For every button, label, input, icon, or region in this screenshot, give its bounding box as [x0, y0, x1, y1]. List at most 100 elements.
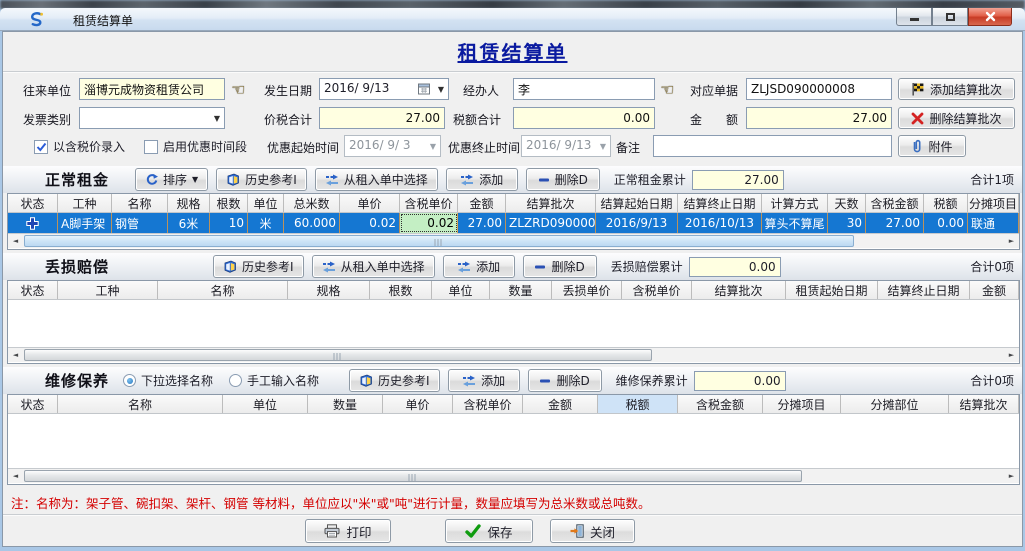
table-cell[interactable]: 2016/9/13 [596, 213, 678, 233]
column-header[interactable]: 分摊部位 [841, 395, 949, 413]
table-cell[interactable]: A脚手架 [58, 213, 112, 233]
column-header[interactable]: 金额 [970, 281, 1019, 299]
column-header[interactable]: 名称 [58, 395, 223, 413]
maintenance-history-button[interactable]: 历史参考I [349, 369, 440, 392]
table-cell[interactable]: 10 [210, 213, 248, 233]
table-cell[interactable]: 60.000 [284, 213, 340, 233]
remark-input[interactable] [653, 135, 892, 157]
discount-period-checkbox[interactable]: 启用优惠时间段 [144, 138, 247, 155]
rent-pick-from-rental-button[interactable]: 从租入单中选择 [315, 168, 438, 191]
column-header[interactable]: 结算批次 [506, 194, 596, 212]
agent-input[interactable] [513, 78, 655, 100]
rent-history-button[interactable]: 历史参考I [216, 168, 307, 191]
column-header[interactable]: 工种 [58, 281, 158, 299]
scroll-left-icon[interactable]: ◄ [8, 469, 23, 483]
rent-delete-button[interactable]: 删除D [526, 168, 600, 191]
table-cell[interactable]: 米 [248, 213, 284, 233]
print-button[interactable]: 打印 [305, 519, 391, 543]
scroll-thumb[interactable] [24, 349, 652, 361]
column-header[interactable]: 含税金额 [678, 395, 763, 413]
rent-add-button[interactable]: 添加 [446, 168, 518, 191]
column-header[interactable]: 规格 [168, 194, 210, 212]
maintenance-delete-button[interactable]: 删除D [528, 369, 602, 392]
title-bar[interactable]: 租赁结算单 [0, 8, 1025, 31]
column-header[interactable]: 分摊项目 [763, 395, 841, 413]
maintenance-hscrollbar[interactable]: ◄ ► [8, 468, 1019, 483]
damage-history-button[interactable]: 历史参考I [213, 255, 304, 278]
taxamt-input[interactable] [513, 107, 655, 129]
table-cell[interactable]: 0.00 [924, 213, 968, 233]
date-input[interactable]: 2016/ 9/13 ▼ [319, 78, 449, 100]
column-header[interactable]: 根数 [370, 281, 432, 299]
radio-select-name[interactable]: 下拉选择名称 [123, 372, 213, 389]
table-cell[interactable]: 算头不算尾 [762, 213, 828, 233]
damage-pick-from-rental-button[interactable]: 从租入单中选择 [312, 255, 435, 278]
partner-input[interactable] [79, 78, 225, 100]
table-row[interactable]: A脚手架钢管6米10米60.0000.020.0227.00ZLZRD09000… [8, 213, 1019, 233]
scroll-right-icon[interactable]: ► [1004, 348, 1019, 362]
column-header[interactable]: 计算方式 [762, 194, 828, 212]
taxtotal-input[interactable] [319, 107, 445, 129]
column-header[interactable]: 结算起始日期 [596, 194, 678, 212]
table-cell[interactable]: 27.00 [458, 213, 506, 233]
scroll-right-icon[interactable]: ► [1004, 234, 1019, 248]
add-batch-button[interactable]: 添加结算批次 [898, 78, 1015, 100]
save-button[interactable]: 保存 [445, 519, 533, 543]
column-header[interactable]: 含税单价 [622, 281, 692, 299]
column-header[interactable]: 名称 [112, 194, 168, 212]
column-header[interactable]: 税额 [598, 395, 678, 413]
hand-point-icon[interactable]: ☜ [660, 80, 674, 99]
discount-end-select[interactable]: 2016/ 9/13 ▼ [521, 135, 611, 157]
column-header[interactable]: 单位 [432, 281, 490, 299]
scroll-right-icon[interactable]: ► [1004, 469, 1019, 483]
discount-start-select[interactable]: 2016/ 9/ 3 ▼ [344, 135, 441, 157]
hand-point-icon[interactable]: ☜ [231, 80, 245, 99]
maximize-button[interactable] [932, 8, 968, 26]
column-header[interactable]: 分摊项目 [968, 194, 1019, 212]
column-header[interactable]: 数量 [490, 281, 552, 299]
rent-hscrollbar[interactable]: ◄ ► [8, 233, 1019, 248]
table-cell[interactable]: 0.02 [340, 213, 400, 233]
minimize-button[interactable] [896, 8, 932, 26]
column-header[interactable]: 状态 [8, 281, 58, 299]
column-header[interactable]: 状态 [8, 194, 58, 212]
column-header[interactable]: 规格 [288, 281, 370, 299]
table-cell[interactable]: 0.02 [400, 213, 458, 233]
column-header[interactable]: 含税金额 [866, 194, 924, 212]
doc-input[interactable] [746, 78, 892, 100]
column-header[interactable]: 单位 [223, 395, 308, 413]
column-header[interactable]: 单价 [340, 194, 400, 212]
column-header[interactable]: 天数 [828, 194, 866, 212]
column-header[interactable]: 含税单价 [453, 395, 523, 413]
calendar-icon[interactable] [418, 83, 430, 95]
column-header[interactable]: 状态 [8, 395, 58, 413]
table-cell[interactable]: 30 [828, 213, 866, 233]
column-header[interactable]: 租赁起始日期 [786, 281, 878, 299]
column-header[interactable]: 结算终止日期 [678, 194, 762, 212]
table-cell[interactable]: ZLZRD090000013 [506, 213, 596, 233]
column-header[interactable]: 总米数 [284, 194, 340, 212]
radio-manual-name[interactable]: 手工输入名称 [229, 372, 319, 389]
attachment-button[interactable]: 附件 [898, 135, 966, 157]
scroll-left-icon[interactable]: ◄ [8, 348, 23, 362]
damage-delete-button[interactable]: 删除D [523, 255, 597, 278]
column-header[interactable]: 单位 [248, 194, 284, 212]
table-cell[interactable]: 27.00 [866, 213, 924, 233]
table-cell[interactable]: 钢管 [112, 213, 168, 233]
column-header[interactable]: 金额 [523, 395, 598, 413]
column-header[interactable]: 单价 [383, 395, 453, 413]
tax-entry-checkbox[interactable]: 以含税价录入 [34, 138, 125, 155]
damage-hscrollbar[interactable]: ◄ ► [8, 347, 1019, 362]
column-header[interactable]: 税额 [924, 194, 968, 212]
scroll-thumb[interactable] [24, 470, 802, 482]
scroll-thumb[interactable] [24, 235, 854, 247]
scroll-left-icon[interactable]: ◄ [8, 234, 23, 248]
table-cell[interactable]: 2016/10/13 [678, 213, 762, 233]
column-header[interactable]: 含税单价 [400, 194, 458, 212]
sort-button[interactable]: 排序 ▼ [135, 168, 208, 191]
column-header[interactable]: 结算批次 [692, 281, 786, 299]
damage-add-button[interactable]: 添加 [443, 255, 515, 278]
column-header[interactable]: 工种 [58, 194, 112, 212]
column-header[interactable]: 结算批次 [949, 395, 1019, 413]
invoice-select[interactable]: ▼ [79, 107, 225, 129]
